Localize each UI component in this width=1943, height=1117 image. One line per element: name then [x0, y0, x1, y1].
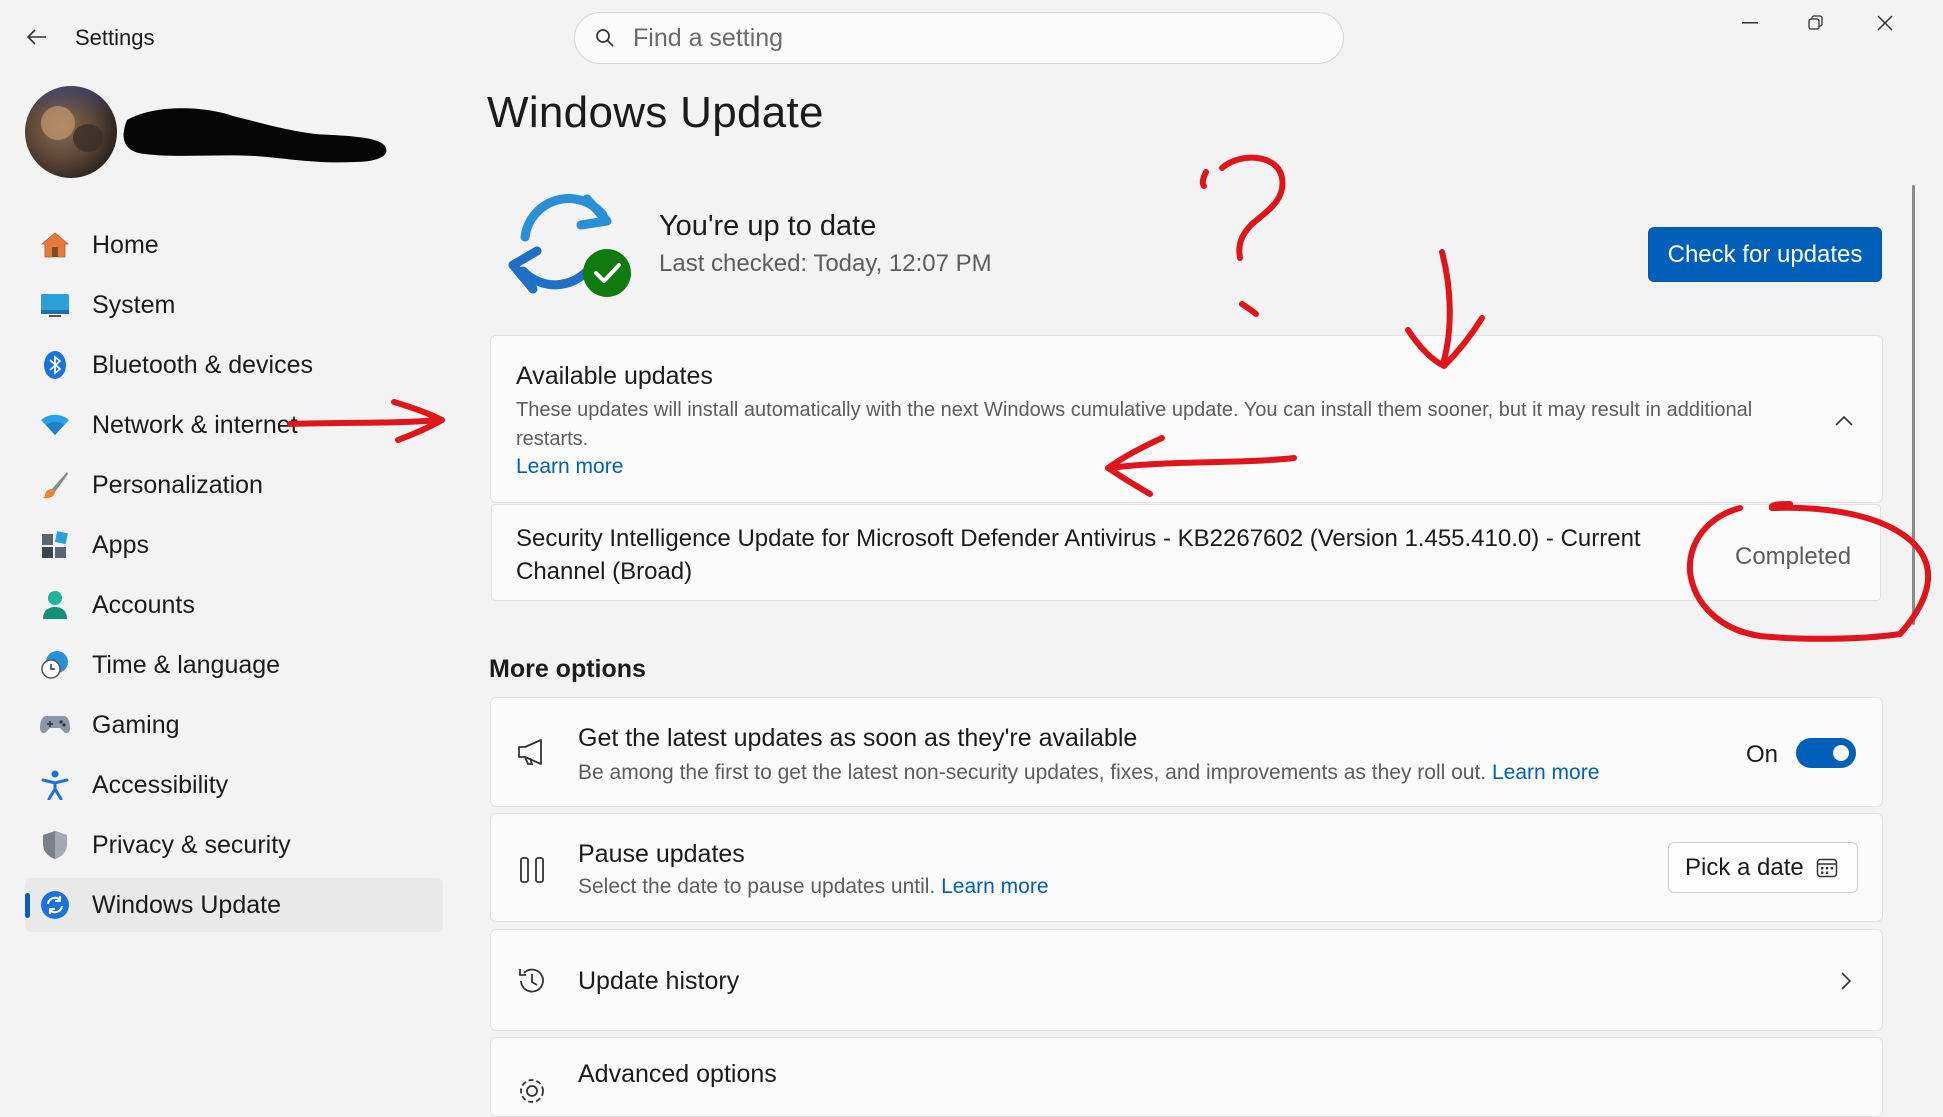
selection-indicator — [25, 893, 30, 918]
gaming-icon — [40, 710, 70, 740]
learn-more-link[interactable]: Learn more — [941, 875, 1048, 898]
sidebar-item-network[interactable]: Network & internet — [25, 398, 443, 452]
system-icon — [40, 290, 70, 320]
accessibility-icon — [40, 770, 70, 800]
gear-icon — [513, 1072, 551, 1110]
sidebar-item-label: System — [92, 290, 176, 319]
sidebar-item-label: Accounts — [92, 590, 195, 619]
sidebar-item-privacy-security[interactable]: Privacy & security — [25, 818, 443, 872]
toggle-state-label: On — [1746, 741, 1779, 768]
apps-icon — [40, 530, 70, 560]
latest-updates-option: Get the latest updates as soon as they'r… — [490, 697, 1883, 807]
sidebar-item-label: Privacy & security — [92, 830, 291, 859]
sidebar-item-label: Apps — [92, 530, 149, 559]
restore-button[interactable] — [1786, 8, 1846, 38]
update-status: Completed — [1735, 543, 1852, 570]
megaphone-icon — [513, 733, 551, 771]
sidebar-item-bluetooth[interactable]: Bluetooth & devices — [25, 338, 443, 392]
windows-update-icon — [40, 890, 70, 920]
redacted-username — [123, 108, 387, 163]
minimize-button[interactable] — [1720, 8, 1780, 38]
option-title: Pause updates — [578, 840, 745, 868]
chevron-right-icon — [1831, 966, 1861, 996]
search-box[interactable] — [574, 12, 1344, 64]
time-language-icon — [40, 650, 70, 680]
check-for-updates-button[interactable]: Check for updates — [1648, 227, 1882, 282]
sidebar-item-gaming[interactable]: Gaming — [25, 698, 443, 752]
sidebar-item-label: Home — [92, 230, 159, 259]
restore-icon — [1808, 15, 1823, 30]
scrollbar[interactable] — [1912, 185, 1915, 625]
pause-icon — [513, 851, 551, 889]
sidebar-item-label: Gaming — [92, 710, 180, 739]
sidebar-item-label: Accessibility — [92, 770, 229, 799]
app-title: Settings — [75, 25, 155, 50]
learn-more-link[interactable]: Learn more — [516, 455, 623, 479]
network-icon — [40, 410, 70, 440]
pause-updates-option: Pause updates Select the date to pause u… — [490, 813, 1883, 922]
brush-icon — [40, 470, 70, 500]
pick-a-date-button[interactable]: Pick a date — [1668, 842, 1858, 893]
question-mark-annotation — [1199, 154, 1286, 261]
sidebar-item-time-language[interactable]: Time & language — [25, 638, 443, 692]
available-updates-title: Available updates — [516, 362, 713, 390]
accounts-icon — [40, 590, 70, 620]
search-input[interactable] — [631, 22, 1275, 54]
sidebar-item-apps[interactable]: Apps — [25, 518, 443, 572]
sidebar-item-system[interactable]: System — [25, 278, 443, 332]
option-title: Advanced options — [578, 1060, 777, 1088]
latest-updates-toggle[interactable] — [1796, 738, 1856, 768]
available-updates-description: These updates will install automatically… — [516, 399, 1753, 450]
back-arrow-icon — [27, 29, 46, 45]
sidebar-item-windows-update[interactable]: Windows Update — [25, 878, 443, 932]
calendar-icon — [1816, 858, 1837, 877]
close-button[interactable] — [1855, 8, 1915, 38]
search-icon — [596, 29, 614, 47]
sidebar-item-home[interactable]: Home — [25, 218, 443, 272]
page-title: Windows Update — [487, 88, 824, 137]
sidebar-item-label: Windows Update — [92, 890, 281, 919]
option-title: Get the latest updates as soon as they'r… — [578, 724, 1138, 752]
shield-icon — [40, 830, 70, 860]
pick-a-date-label: Pick a date — [1685, 853, 1804, 881]
learn-more-link[interactable]: Learn more — [1492, 761, 1599, 784]
minimize-icon — [1742, 22, 1758, 24]
available-updates-header[interactable]: Available updates These updates will ins… — [490, 335, 1883, 503]
sidebar-item-personalization[interactable]: Personalization — [25, 458, 443, 512]
bluetooth-icon — [40, 350, 70, 380]
sidebar-item-label: Bluetooth & devices — [92, 350, 313, 379]
close-icon — [1877, 15, 1893, 31]
avatar[interactable] — [25, 86, 117, 178]
advanced-options-option[interactable]: Advanced options — [490, 1037, 1883, 1117]
home-icon — [40, 230, 70, 260]
sidebar-item-accessibility[interactable]: Accessibility — [25, 758, 443, 812]
update-item: Security Intelligence Update for Microso… — [491, 504, 1881, 601]
question-mark-dot — [1239, 301, 1259, 317]
option-description: Select the date to pause updates until. … — [578, 875, 1049, 898]
sidebar-item-label: Time & language — [92, 650, 281, 679]
status-title: You're up to date — [659, 210, 877, 242]
sidebar-item-label: Personalization — [92, 470, 263, 499]
sidebar-item-label: Network & internet — [92, 410, 298, 439]
chevron-up-icon[interactable] — [1829, 406, 1859, 436]
sync-check-icon — [508, 194, 631, 297]
history-icon — [513, 962, 551, 1000]
back-button[interactable] — [20, 22, 54, 52]
last-checked: Last checked: Today, 12:07 PM — [659, 250, 992, 277]
update-history-option[interactable]: Update history — [490, 929, 1883, 1031]
option-description: Be among the first to get the latest non… — [578, 761, 1600, 784]
option-title: Update history — [578, 967, 740, 995]
update-name: Security Intelligence Update for Microso… — [516, 525, 1641, 585]
more-options-heading: More options — [489, 655, 646, 683]
sidebar-item-accounts[interactable]: Accounts — [25, 578, 443, 632]
